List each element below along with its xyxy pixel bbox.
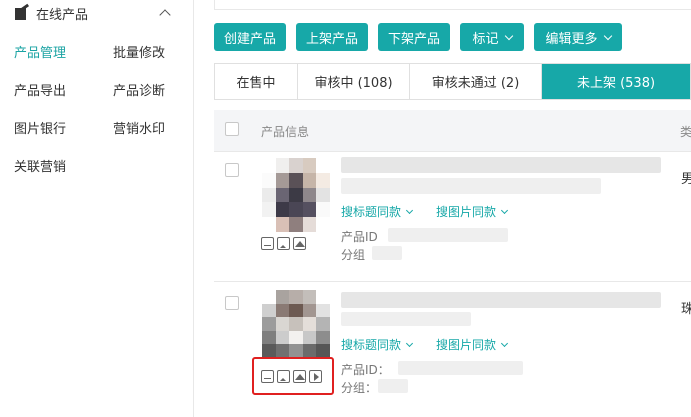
delist-product-button[interactable]: 下架产品: [378, 23, 450, 51]
link-label: 搜图片同款: [436, 338, 497, 352]
column-header-category: 类: [680, 125, 691, 139]
mark-label: 标记: [472, 31, 499, 47]
product-title-line2: [341, 312, 471, 326]
product-id-value: [398, 361, 523, 375]
list-product-button[interactable]: 上架产品: [296, 23, 368, 51]
group-label: 分组：: [341, 381, 378, 395]
chevron-down-icon: [500, 206, 509, 214]
mountain-image-icon[interactable]: [293, 237, 306, 250]
sidebar-section-online-products[interactable]: 在线产品: [14, 3, 179, 23]
tab-label: 未上架 (538): [576, 76, 656, 91]
link-label: 搜图片同款: [436, 205, 497, 219]
product-id-label: 产品ID: [341, 230, 378, 244]
image-icon[interactable]: [277, 237, 290, 250]
sidebar-item-marketing-watermark[interactable]: 营销水印: [113, 118, 165, 137]
product-thumbnail[interactable]: [262, 290, 330, 358]
product-category: 珠: [681, 302, 691, 317]
sidebar-item-product-export[interactable]: 产品导出: [14, 80, 66, 99]
product-id-value: [388, 228, 508, 242]
group-label: 分组: [341, 248, 366, 262]
highlight-box: [252, 357, 334, 395]
chevron-down-icon: [603, 31, 612, 40]
chevron-down-icon: [500, 339, 509, 347]
group-value: [378, 379, 408, 393]
sidebar-item-product-management[interactable]: 产品管理: [14, 42, 66, 61]
create-product-label: 创建产品: [223, 31, 276, 47]
tab-under-review[interactable]: 审核中 (108): [298, 64, 410, 99]
select-all-checkbox[interactable]: [225, 122, 239, 136]
chevron-down-icon: [405, 206, 414, 214]
product-doc-icon: [14, 3, 30, 20]
product-status-icons: [261, 237, 306, 250]
row-checkbox[interactable]: [225, 163, 239, 177]
chevron-up-icon[interactable]: [159, 9, 171, 21]
sidebar-item-related-marketing[interactable]: 关联营销: [14, 156, 66, 175]
tab-label: 审核中 (108): [314, 76, 393, 91]
mobile-detail-icon[interactable]: [261, 237, 274, 250]
sidebar-item-image-bank[interactable]: 图片银行: [14, 118, 66, 137]
tab-label: 在售中: [236, 76, 276, 91]
row-checkbox[interactable]: [225, 296, 239, 310]
tab-label: 审核未通过 (2): [431, 76, 520, 91]
edit-more-label: 编辑更多: [545, 31, 598, 47]
sidebar-item-batch-edit[interactable]: 批量修改: [113, 42, 165, 61]
table-header: 产品信息 类: [214, 110, 691, 152]
product-category: 男: [681, 172, 691, 187]
status-tabs: 在售中 审核中 (108) 审核未通过 (2) 未上架 (538): [214, 63, 691, 100]
sidebar-section-title: 在线产品: [36, 7, 89, 23]
top-panel-edge: [214, 0, 691, 10]
tab-review-failed[interactable]: 审核未通过 (2): [410, 64, 542, 99]
product-id-label: 产品ID：: [341, 363, 390, 377]
edit-more-dropdown-button[interactable]: 编辑更多: [534, 23, 622, 51]
search-similar-title-link[interactable]: 搜标题同款: [341, 203, 414, 220]
chevron-down-icon: [405, 339, 414, 347]
product-title[interactable]: [341, 157, 661, 173]
create-product-button[interactable]: 创建产品: [214, 23, 286, 51]
mark-dropdown-button[interactable]: 标记: [460, 23, 524, 51]
search-similar-image-link[interactable]: 搜图片同款: [436, 336, 509, 353]
group-value: [372, 246, 402, 260]
sidebar: 在线产品 产品管理 批量修改 产品导出 产品诊断 图片银行 营销水印 关联营销: [0, 0, 194, 417]
delist-product-label: 下架产品: [387, 31, 440, 47]
product-title-line2: [341, 178, 601, 194]
column-header-product-info: 产品信息: [261, 125, 310, 139]
list-product-label: 上架产品: [305, 31, 358, 47]
search-similar-image-link[interactable]: 搜图片同款: [436, 203, 509, 220]
chevron-down-icon: [504, 31, 513, 40]
search-similar-title-link[interactable]: 搜标题同款: [341, 336, 414, 353]
product-title[interactable]: [341, 292, 661, 308]
link-label: 搜标题同款: [341, 205, 402, 219]
sidebar-item-product-diagnosis[interactable]: 产品诊断: [113, 80, 165, 99]
link-label: 搜标题同款: [341, 338, 402, 352]
tab-on-sale[interactable]: 在售中: [215, 64, 298, 99]
row-divider: [214, 281, 691, 282]
product-thumbnail[interactable]: [262, 158, 330, 232]
tab-not-listed[interactable]: 未上架 (538): [542, 64, 690, 99]
